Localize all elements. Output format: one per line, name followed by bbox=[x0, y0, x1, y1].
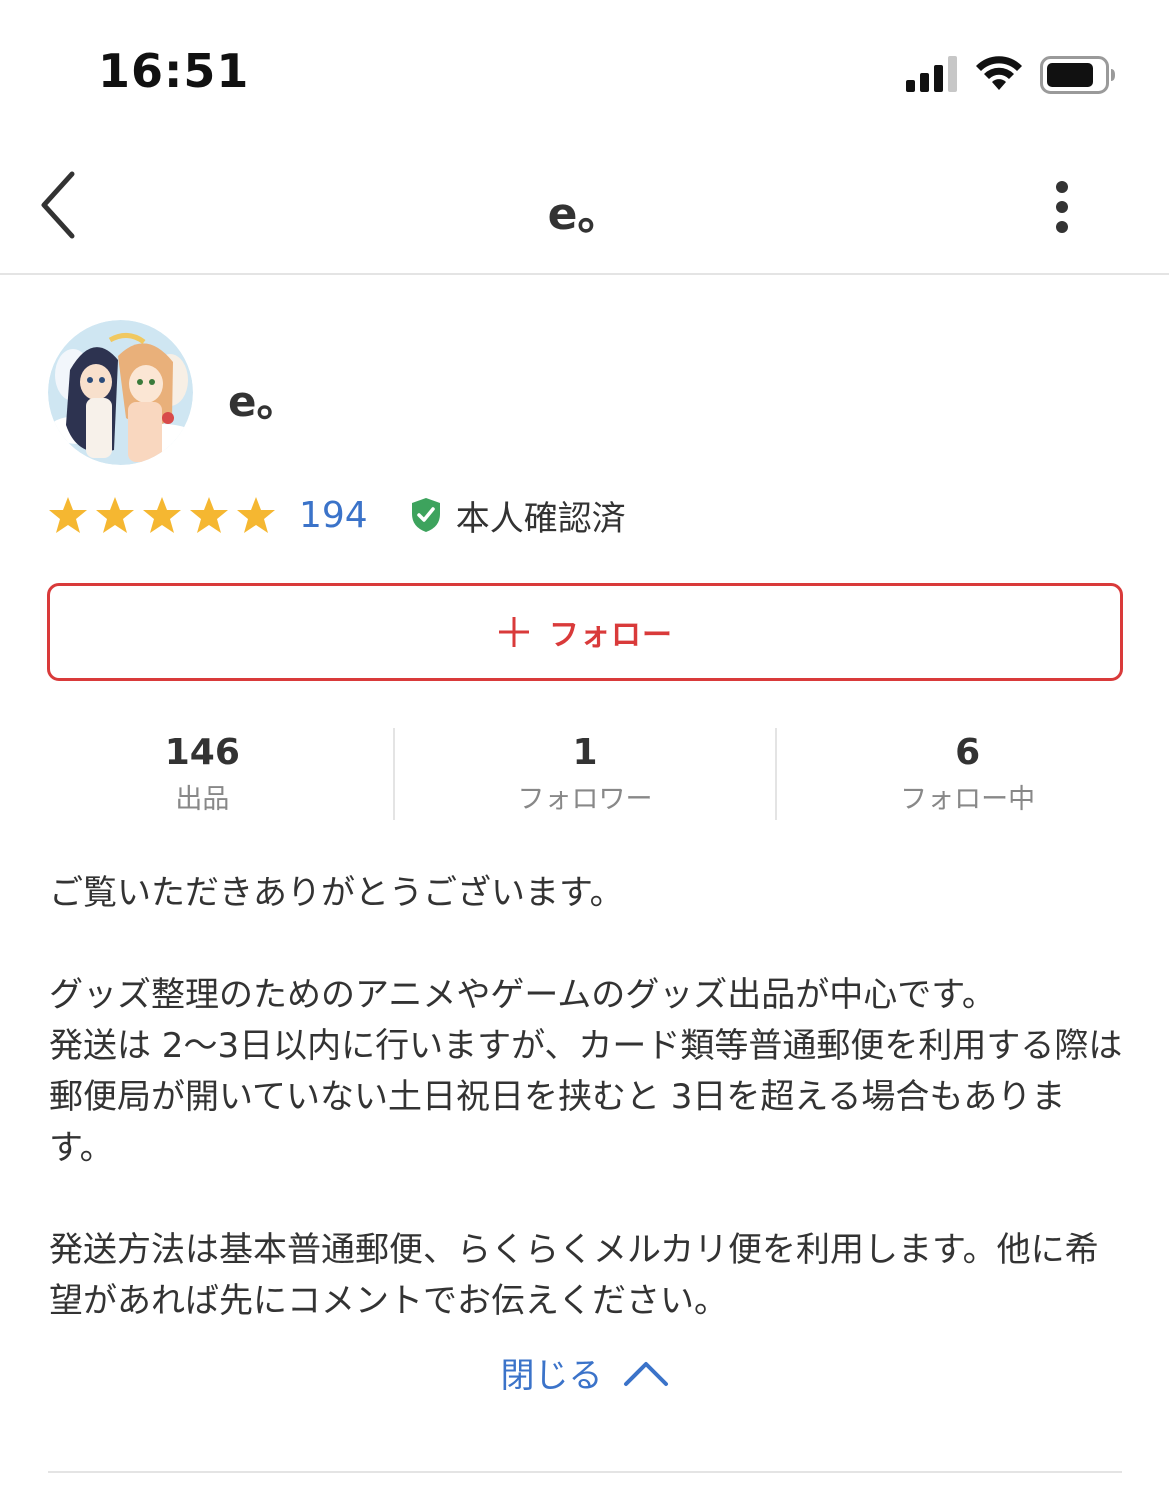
star-icon bbox=[237, 497, 275, 533]
avatar-illustration bbox=[48, 320, 193, 465]
stat-followers[interactable]: 1 フォロワー bbox=[392, 728, 776, 820]
divider bbox=[48, 1471, 1122, 1473]
profile-name: e。 bbox=[228, 377, 299, 426]
avatar[interactable] bbox=[48, 320, 193, 465]
bio-paragraph: 発送方法は基本普通郵便、らくらくメルカリ便を利用します。他に希望があれば先にコメ… bbox=[49, 1230, 1099, 1321]
rating-row: 194 本人確認済 bbox=[48, 490, 626, 540]
wifi-icon bbox=[976, 56, 1022, 90]
stat-value: 146 bbox=[164, 732, 240, 773]
profile-bio: ご覧いただきありがとうございます。 グッズ整理のためのアニメやゲームのグッズ出品… bbox=[49, 868, 1129, 1327]
stat-label: 出品 bbox=[175, 784, 230, 815]
status-bar: 16:51 bbox=[0, 0, 1169, 140]
page-title: e。 bbox=[547, 189, 622, 240]
cellular-signal-icon bbox=[906, 56, 957, 92]
star-rating bbox=[48, 495, 283, 535]
collapse-label: 閉じる bbox=[500, 1356, 603, 1396]
stat-label: フォロワー bbox=[517, 784, 653, 815]
chevron-up-icon bbox=[623, 1361, 668, 1386]
shield-check-icon bbox=[411, 498, 440, 532]
stat-following[interactable]: 6 フォロー中 bbox=[775, 728, 1158, 820]
stat-value: 1 bbox=[572, 732, 598, 773]
bio-paragraph: ご覧いただきありがとうございます。 bbox=[49, 873, 624, 913]
nav-bar: e。 bbox=[0, 140, 1169, 275]
battery-icon bbox=[1040, 56, 1115, 94]
review-count-link[interactable]: 194 bbox=[299, 495, 368, 536]
more-vertical-icon[interactable] bbox=[1044, 180, 1080, 236]
stat-listings[interactable]: 146 出品 bbox=[12, 728, 393, 820]
status-time: 16:51 bbox=[98, 44, 250, 98]
profile-stats: 146 出品 1 フォロワー 6 フォロー中 bbox=[12, 728, 1158, 820]
collapse-bio-button[interactable]: 閉じる bbox=[0, 1348, 1169, 1397]
star-icon bbox=[143, 497, 181, 533]
verified-label: 本人確認済 bbox=[455, 498, 626, 539]
follow-button[interactable]: フォロー bbox=[47, 583, 1123, 681]
star-icon bbox=[96, 497, 134, 533]
star-icon bbox=[190, 497, 228, 533]
star-icon bbox=[49, 497, 87, 533]
verified-badge: 本人確認済 bbox=[410, 491, 626, 540]
follow-label: フォロー bbox=[549, 618, 673, 653]
plus-icon bbox=[499, 617, 529, 647]
stat-label: フォロー中 bbox=[900, 784, 1036, 815]
stat-value: 6 bbox=[955, 732, 981, 773]
bio-paragraph: グッズ整理のためのアニメやゲームのグッズ出品が中心です。 発送は 2〜3日以内に… bbox=[49, 975, 1123, 1168]
